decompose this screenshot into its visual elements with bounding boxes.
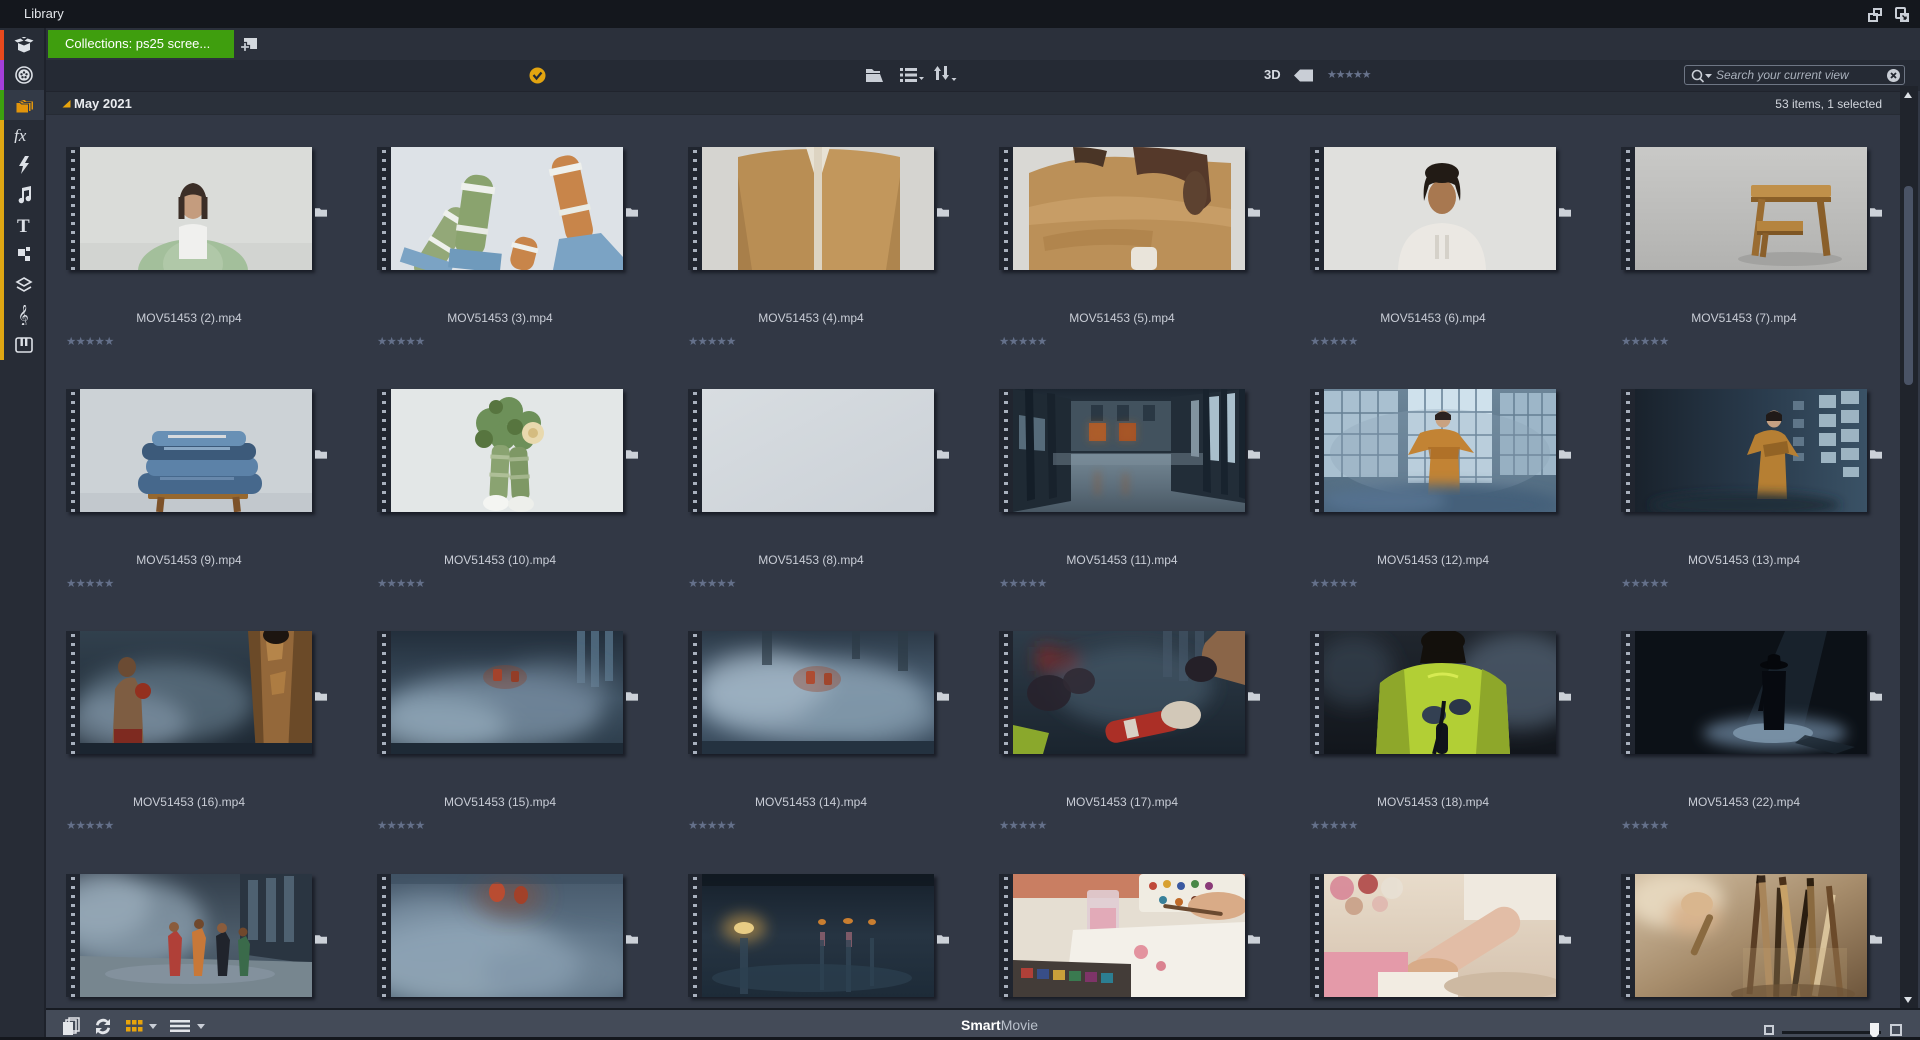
svg-text:𝄞: 𝄞 — [18, 305, 29, 325]
svg-text:fx: fx — [14, 127, 27, 143]
svg-text:T: T — [17, 217, 30, 233]
